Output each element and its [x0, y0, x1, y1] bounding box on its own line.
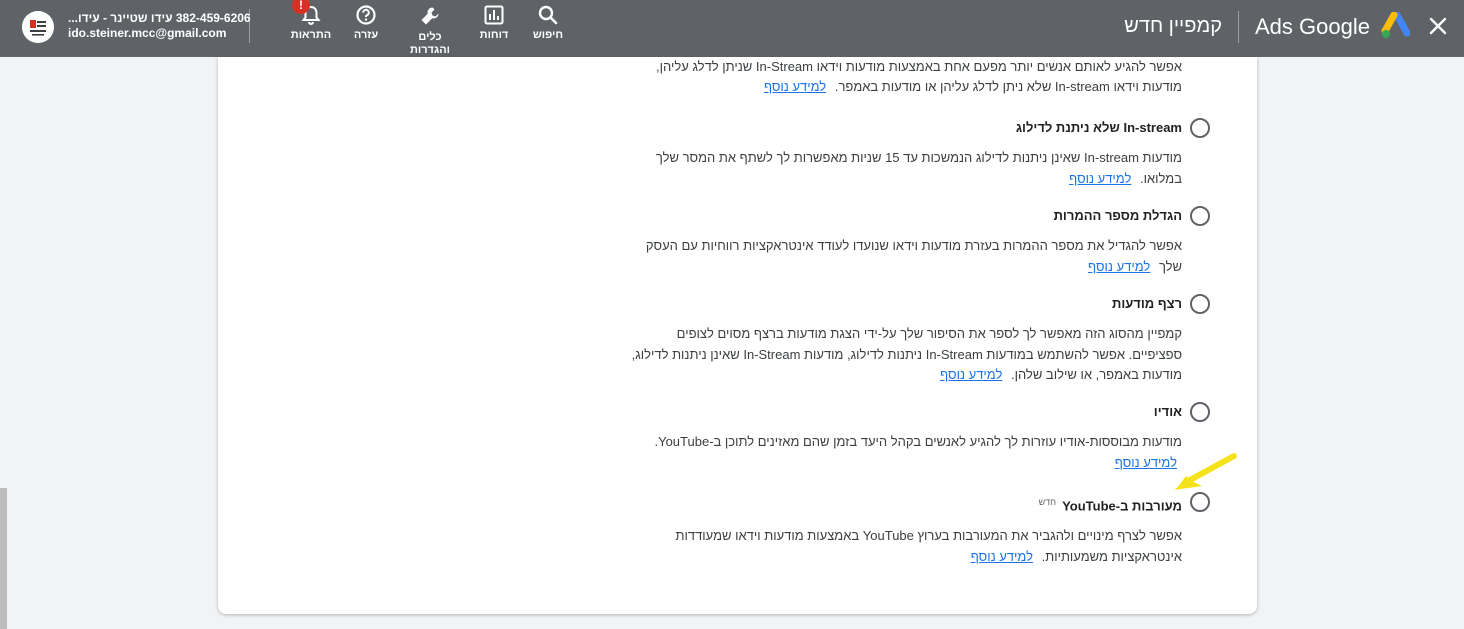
- intro-text: אפשר להגיע לאותם אנשים יותר מפעם אחת באמ…: [656, 59, 1182, 94]
- reports-label: דוחות: [479, 29, 509, 41]
- option-description: מודעות מבוססות-אודיו עוזרות לך להגיע לאנ…: [620, 432, 1182, 473]
- subtype-option-non-skippable[interactable]: In-stream שלא ניתנת לדילוג מודעות In-str…: [620, 118, 1210, 189]
- option-title: In-stream שלא ניתנת לדילוג: [1015, 120, 1182, 135]
- top-app-bar: Ads Google קמפיין חדש חיפוש דוחות כלים ו…: [0, 0, 1464, 57]
- option-description-text: מודעות מבוססות-אודיו עוזרות לך להגיע לאנ…: [654, 434, 1182, 449]
- option-title-text: מעורבות ב-YouTube: [1062, 498, 1182, 514]
- account-name: 382-459-6206 עידו שטיינר - עידו...: [68, 11, 251, 25]
- account-info[interactable]: 382-459-6206 עידו שטיינר - עידו... ido.s…: [68, 11, 251, 41]
- page-title: קמפיין חדש: [1124, 15, 1222, 37]
- tools-settings-label: כלים והגדרות: [410, 31, 450, 56]
- help-icon: [356, 5, 376, 25]
- reports-button[interactable]: דוחות: [462, 2, 526, 42]
- campaign-subtype-card: אפשר להגיע לאותם אנשים יותר מפעם אחת באמ…: [218, 57, 1257, 614]
- google-ads-logo-icon: [1381, 12, 1410, 38]
- notifications-label: התראות: [290, 29, 332, 41]
- wrench-icon: [421, 7, 439, 25]
- radio-button[interactable]: [1190, 118, 1210, 138]
- subtype-option-drive-conversions[interactable]: הגדלת מספר ההמרות אפשר להגדיל את מספר הה…: [620, 206, 1210, 277]
- subtype-option-youtube-engagement[interactable]: מעורבות ב-YouTube חדש אפשר לצרף מינויים ו…: [620, 492, 1210, 567]
- side-scrollbar[interactable]: [0, 488, 7, 629]
- bar-chart-icon: [484, 5, 504, 25]
- radio-button[interactable]: [1190, 206, 1210, 226]
- tools-settings-button[interactable]: כלים והגדרות: [398, 2, 462, 57]
- learn-more-link[interactable]: למידע נוסף: [764, 79, 826, 94]
- learn-more-link[interactable]: למידע נוסף: [971, 549, 1033, 564]
- option-title: רצף מודעות: [1111, 296, 1182, 311]
- option-description: קמפיין מהסוג הזה מאפשר לך לספר את הסיפור…: [620, 324, 1182, 386]
- yellow-arrow-icon: [1174, 453, 1237, 490]
- option-description: אפשר להגיע לאותם אנשים יותר מפעם אחת באמ…: [622, 57, 1182, 97]
- account-email: ido.steiner.mcc@gmail.com: [68, 26, 227, 40]
- help-button[interactable]: עזרה: [334, 2, 398, 42]
- account-avatar-icon[interactable]: [22, 11, 54, 43]
- option-description-text: אפשר לצרף מינויים ולהגביר את המעורבות בע…: [675, 528, 1182, 564]
- option-title: מעורבות ב-YouTube חדש: [620, 492, 1182, 516]
- radio-button[interactable]: [1190, 402, 1210, 422]
- subtype-option-audio[interactable]: אודיו מודעות מבוססות-אודיו עוזרות לך להג…: [620, 402, 1210, 473]
- option-description: מודעות In-stream שאינן ניתנות לדילוג הנמ…: [620, 148, 1182, 189]
- option-description: אפשר להגדיל את מספר ההמרות בעזרת מודעות …: [620, 236, 1182, 277]
- notifications-button[interactable]: ! התראות: [279, 0, 343, 42]
- option-description-text: קמפיין מהסוג הזה מאפשר לך לספר את הסיפור…: [631, 326, 1182, 382]
- option-title: הגדלת מספר ההמרות: [1053, 208, 1182, 223]
- subtype-option-ad-sequence[interactable]: רצף מודעות קמפיין מהסוג הזה מאפשר לך לספ…: [620, 294, 1210, 386]
- close-icon[interactable]: [1428, 16, 1448, 36]
- radio-button[interactable]: [1190, 294, 1210, 314]
- learn-more-link[interactable]: למידע נוסף: [1088, 259, 1150, 274]
- option-description: אפשר לצרף מינויים ולהגביר את המעורבות בע…: [620, 526, 1182, 567]
- help-label: עזרה: [353, 29, 379, 41]
- search-icon: [538, 5, 558, 25]
- header-divider: [1238, 11, 1239, 43]
- option-title: אודיו: [1153, 404, 1182, 419]
- avatar-logo-icon: [22, 11, 54, 43]
- product-name: Ads Google: [1255, 14, 1370, 39]
- new-tag: חדש: [1038, 497, 1057, 507]
- learn-more-link[interactable]: למידע נוסף: [940, 367, 1002, 382]
- learn-more-link[interactable]: למידע נוסף: [1069, 171, 1131, 186]
